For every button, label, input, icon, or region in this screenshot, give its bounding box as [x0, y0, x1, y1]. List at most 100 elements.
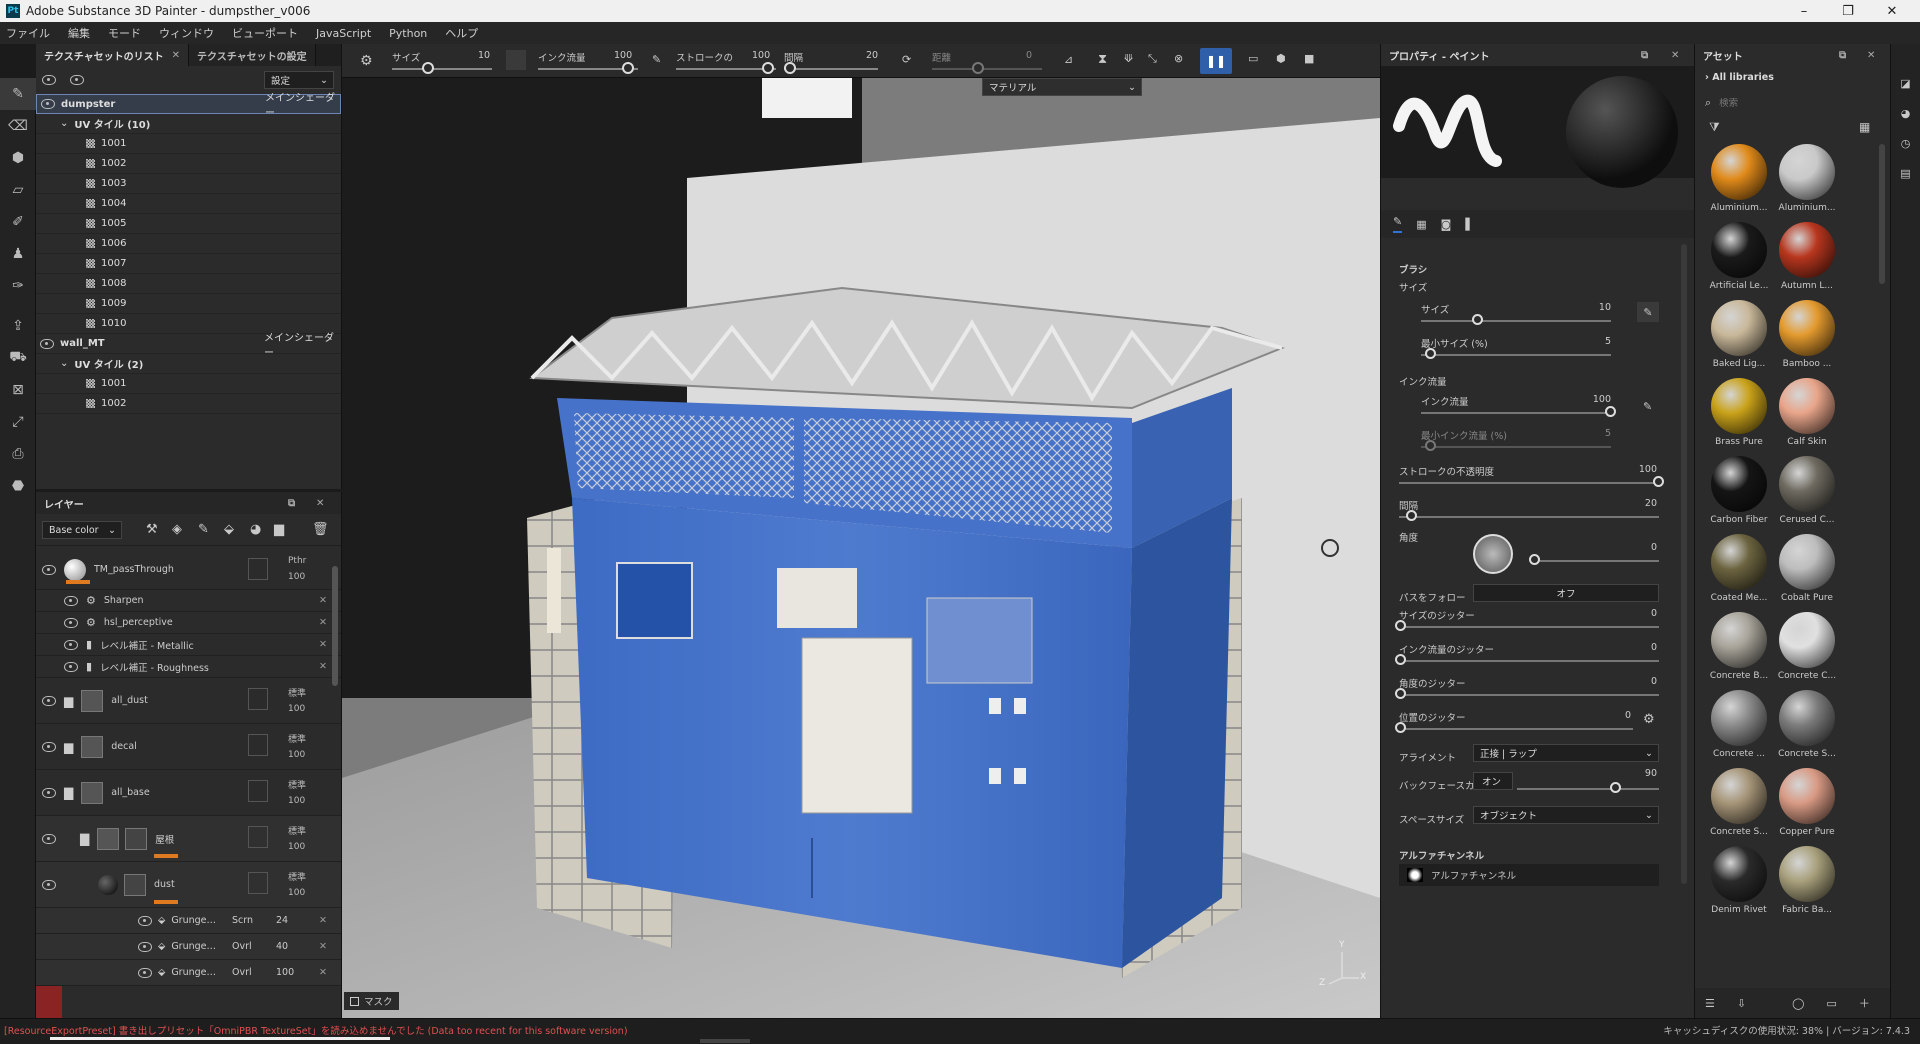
- uv-tile[interactable]: 1008: [36, 274, 341, 294]
- stroke-opacity-value[interactable]: 100: [1617, 464, 1657, 475]
- spacing-slider-knob[interactable]: [784, 62, 796, 74]
- eye-icon[interactable]: [42, 741, 56, 752]
- geometry-mask-icon[interactable]: ⛟: [0, 342, 36, 374]
- effect-opacity[interactable]: 100: [276, 967, 294, 978]
- effect-row[interactable]: ▮ レベル補正 - Metallic ✕: [36, 634, 341, 656]
- add-icon[interactable]: ＋: [1859, 995, 1870, 1011]
- menu-javascript[interactable]: JavaScript: [316, 27, 371, 40]
- blend-mode[interactable]: 標準: [288, 686, 306, 699]
- menu-file[interactable]: ファイル: [6, 25, 50, 41]
- texture-set-wall[interactable]: wall_MT メインシェーダー: [36, 333, 341, 359]
- mask-icon[interactable]: ◈: [172, 522, 182, 537]
- menu-viewport[interactable]: ビューポート: [232, 25, 298, 41]
- blend-mode[interactable]: 標準: [288, 824, 306, 837]
- eye-icon[interactable]: [42, 695, 56, 706]
- asset-tile[interactable]: Concrete S...: [1705, 768, 1773, 837]
- undock-icon[interactable]: ⧉: [288, 498, 295, 509]
- symmetry-radial-icon[interactable]: ⊗: [1174, 52, 1183, 65]
- eraser-icon[interactable]: ⌫: [0, 110, 36, 142]
- tab-texture-set-list[interactable]: テクスチャセットのリスト ✕: [36, 44, 189, 66]
- folder-row[interactable]: ▇ all_base 標準 100: [36, 770, 341, 816]
- bake-icon[interactable]: ⇪: [0, 310, 36, 342]
- eye-icon[interactable]: [138, 967, 152, 978]
- close-icon[interactable]: ✕: [319, 967, 327, 978]
- close-window-button[interactable]: ✕: [1872, 0, 1912, 22]
- folder-row[interactable]: ▆ all_dust 標準 100: [36, 678, 341, 724]
- asset-tile[interactable]: Autumn L...: [1773, 222, 1841, 291]
- mask-effect-row[interactable]: ⬙ Grunge… Ovrl 40 ✕: [36, 934, 341, 960]
- folder-row[interactable]: ▆ decal 標準 100: [36, 724, 341, 770]
- min-size-knob[interactable]: [1424, 348, 1436, 359]
- flow-jitter-slider[interactable]: [1399, 660, 1659, 662]
- eye-icon[interactable]: [42, 75, 56, 85]
- mask-slot[interactable]: [248, 734, 268, 756]
- flow-slider-knob[interactable]: [622, 62, 634, 74]
- asset-tile[interactable]: Concrete ...: [1705, 690, 1773, 759]
- layer-row[interactable]: dust 標準 100: [36, 862, 341, 908]
- brush-tab-icon[interactable]: ✎: [1393, 215, 1403, 233]
- material-mode-dropdown[interactable]: マテリアル ⌄: [982, 78, 1142, 96]
- clone-icon[interactable]: ♟: [0, 238, 36, 270]
- new-folder-icon[interactable]: ▭: [1826, 997, 1836, 1010]
- layer-opacity[interactable]: 100: [288, 842, 305, 852]
- list-view-icon[interactable]: ☰: [1705, 997, 1715, 1010]
- distance-slider-knob[interactable]: [972, 62, 984, 74]
- menu-python[interactable]: Python: [389, 27, 427, 40]
- min-size-value[interactable]: 5: [1571, 336, 1611, 347]
- brush-size-value[interactable]: 10: [1571, 302, 1611, 313]
- angle-icon[interactable]: ⊿: [1064, 53, 1073, 66]
- close-icon[interactable]: ✕: [319, 639, 327, 650]
- close-icon[interactable]: ✕: [319, 661, 327, 672]
- search-input[interactable]: [1719, 97, 1860, 109]
- uv-tile[interactable]: 1002: [36, 154, 341, 174]
- flow-value[interactable]: 100: [1571, 394, 1611, 405]
- mask-slot[interactable]: [248, 872, 268, 894]
- alpha-slot[interactable]: アルファチャンネル: [1399, 864, 1659, 886]
- angle-value[interactable]: 0: [1617, 542, 1657, 553]
- uv-tile[interactable]: 1001: [36, 134, 341, 154]
- camera-3d-icon[interactable]: ⬢: [1276, 52, 1286, 65]
- size-jitter-value[interactable]: 0: [1617, 608, 1657, 619]
- stroke-opacity-slider[interactable]: [1399, 482, 1659, 484]
- menu-edit[interactable]: 編集: [68, 25, 90, 41]
- uv-tile[interactable]: 1001: [36, 374, 341, 394]
- asset-tile[interactable]: Copper Pure: [1773, 768, 1841, 837]
- close-icon[interactable]: ✕: [319, 617, 327, 628]
- backface-knob[interactable]: [1610, 782, 1622, 793]
- angle-jitter-value[interactable]: 0: [1617, 676, 1657, 687]
- asset-tile[interactable]: Bamboo ...: [1773, 300, 1841, 369]
- mask-effect-row[interactable]: ⬙ Grunge… Ovrl 100 ✕: [36, 960, 341, 986]
- folder-icon[interactable]: ▆: [274, 522, 284, 537]
- menu-help[interactable]: ヘルプ: [445, 25, 478, 41]
- mask-slot[interactable]: [248, 558, 268, 580]
- eye-icon[interactable]: [138, 941, 152, 952]
- filter-icon[interactable]: ⧩: [1709, 120, 1720, 135]
- environment-icon[interactable]: ◕: [1891, 98, 1920, 128]
- paint-brush-icon[interactable]: ✎: [0, 78, 36, 110]
- angle-jitter-slider[interactable]: [1399, 694, 1659, 696]
- blend-mode[interactable]: Ovrl: [232, 967, 252, 978]
- flow-slider[interactable]: [1421, 412, 1611, 414]
- checkbox-icon[interactable]: [350, 996, 359, 1006]
- polygon-fill-icon[interactable]: ▱: [0, 174, 36, 206]
- assets-scrollbar[interactable]: [1879, 144, 1885, 284]
- backface-slider[interactable]: [1517, 788, 1659, 790]
- min-flow-knob[interactable]: [1424, 440, 1436, 451]
- brush-size-slider[interactable]: [1421, 320, 1611, 322]
- close-icon[interactable]: ✕: [319, 595, 327, 606]
- eye-icon[interactable]: [64, 617, 78, 628]
- pen-icon[interactable]: ✎: [1643, 400, 1652, 413]
- backface-value[interactable]: 90: [1617, 768, 1657, 779]
- eye-icon[interactable]: [42, 833, 56, 844]
- eye-icon[interactable]: [40, 338, 54, 349]
- position-jitter-knob[interactable]: [1395, 722, 1406, 733]
- smudge-icon[interactable]: ✐: [0, 206, 36, 238]
- uv-tile[interactable]: 1009: [36, 294, 341, 314]
- close-icon[interactable]: ✕: [319, 941, 327, 952]
- distance-value[interactable]: 0: [1026, 50, 1032, 61]
- gear-icon[interactable]: ⚙: [1643, 712, 1655, 727]
- size-jitter-slider[interactable]: [1399, 626, 1659, 628]
- stroke-opacity-knob[interactable]: [1653, 476, 1664, 487]
- asset-tile[interactable]: Brass Pure: [1705, 378, 1773, 447]
- angle-slider[interactable]: [1531, 560, 1659, 562]
